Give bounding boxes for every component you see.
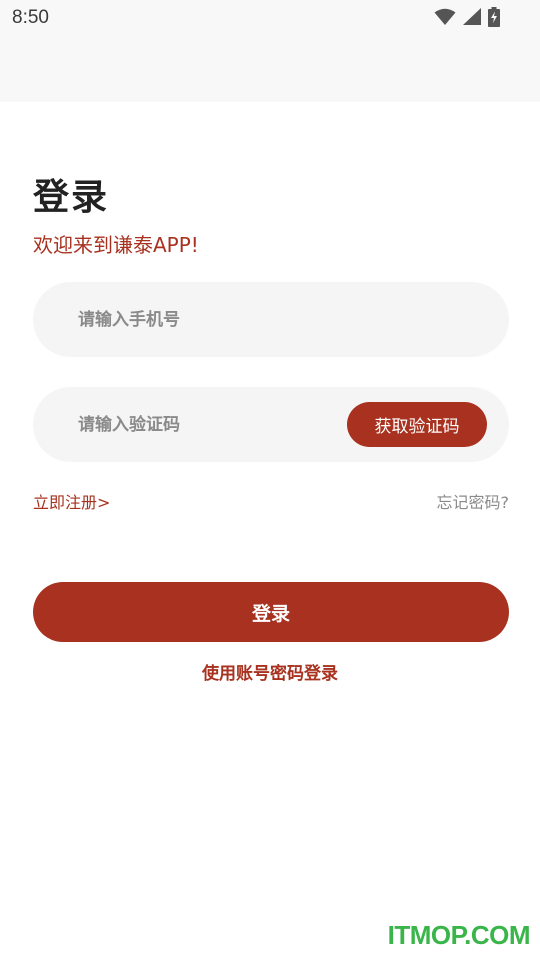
status-icons xyxy=(434,7,500,27)
battery-charging-icon xyxy=(488,7,500,27)
welcome-text: 欢迎来到谦泰APP! xyxy=(33,233,199,257)
signal-icon xyxy=(462,8,482,26)
register-link[interactable]: 立即注册> xyxy=(33,489,110,513)
page-title: 登录 xyxy=(33,177,110,218)
get-code-button[interactable]: 获取验证码 xyxy=(347,402,487,447)
phone-field xyxy=(33,282,509,357)
watermark: ITMOP.COM xyxy=(387,920,531,950)
wifi-icon xyxy=(434,8,456,26)
password-login-link[interactable]: 使用账号密码登录 xyxy=(0,659,540,684)
forgot-password-link[interactable]: 忘记密码? xyxy=(437,489,510,513)
verification-code-field: 获取验证码 xyxy=(33,387,509,462)
status-time: 8:50 xyxy=(12,7,49,28)
phone-input[interactable] xyxy=(78,282,478,357)
login-button[interactable]: 登录 xyxy=(33,582,509,642)
verification-code-input[interactable] xyxy=(78,387,328,462)
status-bar: 8:50 xyxy=(0,0,540,102)
